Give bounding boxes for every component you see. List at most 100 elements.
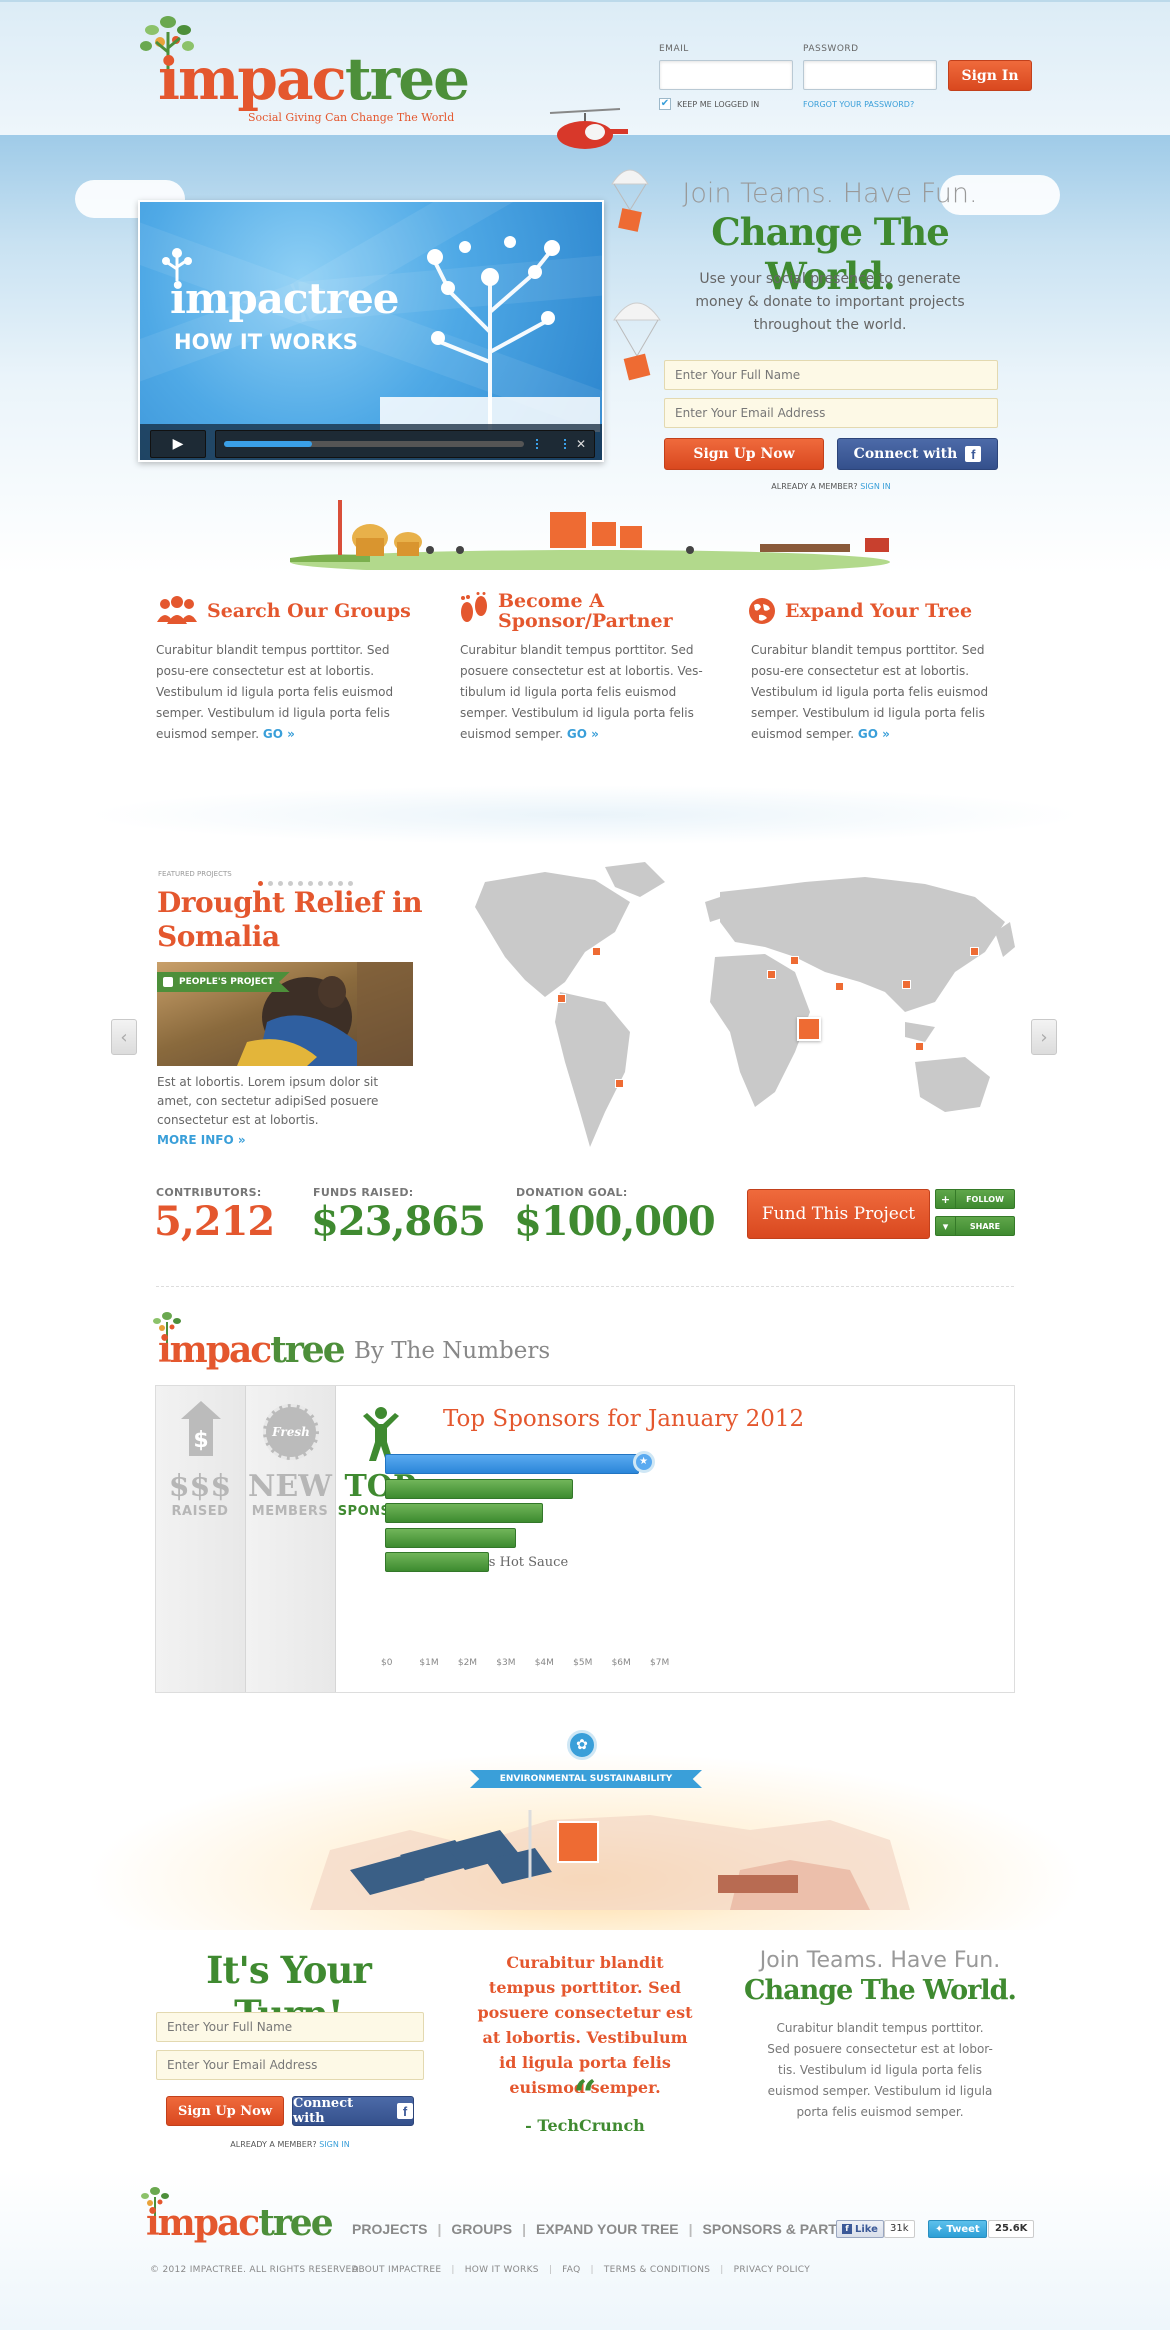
map-marker[interactable] <box>835 982 844 991</box>
logo[interactable]: impactree Social Giving Can Change The W… <box>138 12 470 124</box>
volume-icon[interactable] <box>536 439 566 449</box>
cta-line1: Join Teams. Have Fun. <box>759 1948 1001 1973</box>
sign-up-button[interactable]: Sign Up Now <box>664 438 824 470</box>
facebook-connect-button[interactable]: Connect with f <box>292 2096 414 2126</box>
sponsors-bar-chart: General Mills★GoogleAppleSonyFrank's Hot… <box>156 1386 1014 1692</box>
footer-logo[interactable]: impactree <box>138 2185 338 2245</box>
facebook-like-button[interactable]: f Like <box>836 2220 884 2238</box>
feature-title-become-sponsor[interactable]: Become A Sponsor/Partner <box>498 591 673 632</box>
play-button[interactable]: ▶ <box>150 430 206 458</box>
numbers-panel: $ $$$ RAISED Fresh NEW MEMBERS TOP SPONS… <box>155 1385 1015 1693</box>
forgot-password-link[interactable]: FORGOT YOUR PASSWORD? <box>803 100 914 109</box>
already-member: ALREADY A MEMBER? SIGN IN <box>230 2140 350 2149</box>
sponsor-bar <box>385 1552 489 1572</box>
footer-nav: PROJECTS | GROUPS | EXPAND YOUR TREE | SPON… <box>352 2221 876 2237</box>
logo-wordmark: impactree <box>158 1329 346 1371</box>
contributors-value: 5,212 <box>154 1198 275 1245</box>
logo-wordmark: impactree <box>146 2202 334 2244</box>
video-progress-fill <box>224 441 312 447</box>
email-input[interactable]: Enter Your Email Address <box>664 398 998 428</box>
fullscreen-icon[interactable]: ✕ <box>576 437 586 451</box>
award-ribbon-icon: ★ <box>632 1451 655 1473</box>
numbers-logo: impactree <box>150 1310 350 1370</box>
slider-prev-button[interactable]: ‹ <box>111 1019 137 1055</box>
feature-title-expand-tree[interactable]: Expand Your Tree <box>785 601 972 622</box>
funds-value: $23,865 <box>311 1198 486 1245</box>
email-input[interactable]: Enter Your Email Address <box>156 2050 424 2080</box>
facebook-icon: f <box>397 2103 413 2119</box>
go-link[interactable]: GO » <box>858 727 890 741</box>
chevron-down-icon: ▾ <box>936 1217 956 1235</box>
tree-illustration <box>380 236 600 432</box>
footer-link-how[interactable]: HOW IT WORKS <box>465 2265 539 2275</box>
footer-link-faq[interactable]: FAQ <box>562 2265 580 2275</box>
footer-nav-groups[interactable]: GROUPS <box>451 2221 512 2237</box>
facebook-icon: f <box>842 2224 852 2234</box>
map-marker[interactable] <box>615 1079 624 1088</box>
sign-in-link[interactable]: SIGN IN <box>860 482 891 491</box>
already-member: ALREADY A MEMBER? SIGN IN <box>771 482 891 491</box>
sponsor-bar <box>385 1478 574 1499</box>
facebook-connect-button[interactable]: Connect with f <box>837 438 998 470</box>
footer-link-terms[interactable]: TERMS & CONDITIONS <box>604 2265 710 2275</box>
facebook-icon: f <box>965 446 982 462</box>
full-name-input[interactable]: Enter Your Full Name <box>156 2012 424 2042</box>
feature-title-search-groups[interactable]: Search Our Groups <box>207 601 411 622</box>
fund-project-button[interactable]: Fund This Project <box>747 1189 930 1239</box>
map-marker-active[interactable] <box>797 1017 821 1041</box>
logo-wordmark: impactree <box>158 45 470 113</box>
connect-label: Connect with <box>853 446 958 462</box>
divider <box>156 1286 1014 1287</box>
map-marker[interactable] <box>557 994 566 1003</box>
tweet-button[interactable]: ✦ Tweet <box>928 2220 987 2238</box>
keep-logged-label: KEEP ME LOGGED IN <box>677 100 760 109</box>
share-button[interactable]: ▾ SHARE <box>935 1216 1015 1236</box>
map-marker[interactable] <box>915 1042 924 1051</box>
sign-in-button[interactable]: Sign In <box>948 60 1032 91</box>
how-it-works-video[interactable]: impactree HOW IT WORKS ▶ ✕ <box>138 200 604 462</box>
globe-icon <box>749 598 775 624</box>
like-count: 31k <box>884 2220 915 2238</box>
world-map[interactable] <box>465 862 1020 1157</box>
footer-nav-expand[interactable]: EXPAND YOUR TREE <box>536 2221 679 2237</box>
goal-value: $100,000 <box>514 1198 716 1245</box>
peoples-project-badge: PEOPLE'S PROJECT <box>157 972 290 992</box>
cta-description: Curabitur blandit tempus porttitor. Sed … <box>767 2021 993 2119</box>
feature-body: Curabitur blandit tempus porttitor. Sed … <box>751 643 989 741</box>
video-progress-track[interactable]: ✕ <box>215 430 595 458</box>
footer-link-about[interactable]: ABOUT IMPACTREE <box>352 2265 441 2275</box>
password-field[interactable] <box>803 60 937 90</box>
go-link[interactable]: GO » <box>567 727 599 741</box>
map-marker[interactable] <box>592 947 601 956</box>
map-marker[interactable] <box>970 947 979 956</box>
keep-logged-checkbox[interactable]: ✔ <box>659 98 671 110</box>
video-subtitle: HOW IT WORKS <box>174 330 358 354</box>
footer-links: ABOUT IMPACTREE | HOW IT WORKS | FAQ | TERM… <box>352 2265 811 2275</box>
sign-up-button[interactable]: Sign Up Now <box>166 2096 284 2126</box>
project-title[interactable]: Drought Relief in Somalia <box>157 886 457 954</box>
parachute-crate-icon <box>613 302 661 381</box>
hero-description: Use your social presence to generate mon… <box>695 271 965 333</box>
copyright: © 2012 IMPACTREE. ALL RIGHTS RESERVED. <box>150 2265 362 2275</box>
footprints-icon <box>461 592 487 622</box>
footer-nav-projects[interactable]: PROJECTS <box>352 2221 427 2237</box>
slider-next-button[interactable]: › <box>1031 1019 1057 1055</box>
full-name-input[interactable]: Enter Your Full Name <box>664 360 998 390</box>
project-description: Est at lobortis. Lorem ipsum dolor sit a… <box>157 1075 379 1127</box>
go-link[interactable]: GO » <box>263 727 295 741</box>
follow-button[interactable]: + FOLLOW <box>935 1189 1015 1209</box>
video-brand: impactree <box>170 274 400 323</box>
axis-tick-label: $2M <box>457 1658 478 1668</box>
axis-tick-label: $1M <box>419 1658 439 1668</box>
map-marker[interactable] <box>767 970 776 979</box>
footer-link-privacy[interactable]: PRIVACY POLICY <box>734 2265 810 2275</box>
sign-in-link[interactable]: SIGN IN <box>319 2140 350 2149</box>
more-info-link[interactable]: MORE INFO » <box>157 1133 246 1147</box>
tweet-count: 25.6K <box>988 2220 1035 2238</box>
sponsor-bar <box>385 1527 516 1548</box>
map-marker[interactable] <box>902 980 911 989</box>
twitter-bird-icon: ✦ <box>935 2223 944 2235</box>
map-marker[interactable] <box>790 956 799 965</box>
axis-tick-label: $6M <box>611 1658 631 1668</box>
email-field[interactable] <box>659 60 793 90</box>
